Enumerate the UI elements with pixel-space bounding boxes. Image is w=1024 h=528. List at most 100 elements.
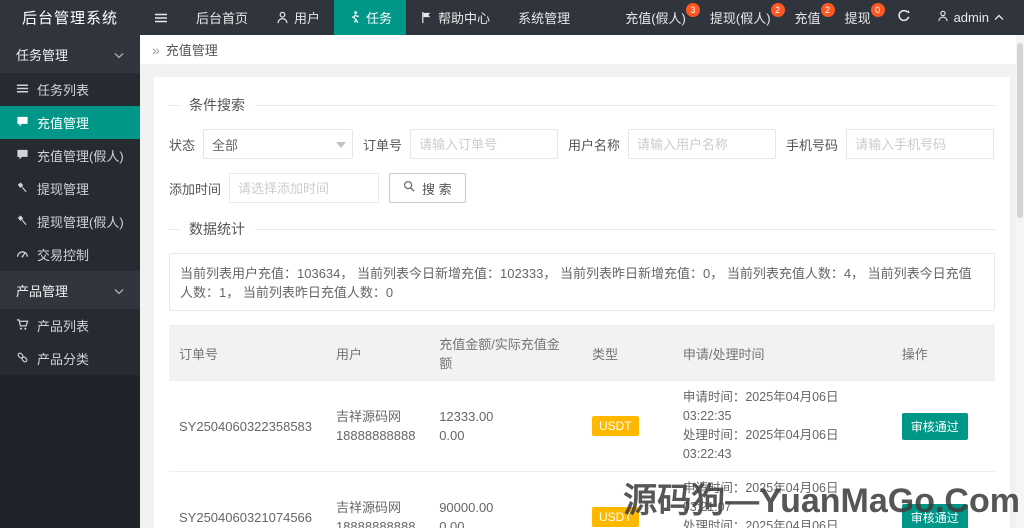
stats-legend: 数据统计 bbox=[189, 221, 245, 237]
col-header-action: 操作 bbox=[891, 325, 995, 381]
flag-icon bbox=[420, 11, 433, 24]
content: 条件搜索 状态 全部 订单号 用户名称 bbox=[140, 65, 1024, 528]
addtime-input[interactable] bbox=[229, 173, 380, 203]
time-cell: 申请时间：2025年04月06日 03:22:35 处理时间：2025年04月0… bbox=[672, 380, 892, 472]
username-label: 用户名称 bbox=[568, 137, 621, 153]
breadcrumb-current: 充值管理 bbox=[165, 43, 218, 58]
search-row-1: 状态 全部 订单号 用户名称 手机 bbox=[169, 129, 995, 159]
main-nav: 后台首页 用户 任务 帮助中心 系统管理 bbox=[140, 0, 584, 35]
notice-recharge-fake[interactable]: 充值(假人) 3 bbox=[615, 0, 700, 35]
stats-summary: 当前列表用户充值：103634， 当前列表今日新增充值：102333， 当前列表… bbox=[169, 253, 995, 311]
app-window: 后台管理系统 后台首页 用户 任务 帮助中心 系统管理 充值(假人) 3 提现(… bbox=[0, 0, 1024, 528]
type-cell: USDT bbox=[581, 380, 673, 472]
sidebar-item-recharge-manage[interactable]: 充值管理 bbox=[0, 106, 140, 139]
topbar: 后台管理系统 后台首页 用户 任务 帮助中心 系统管理 充值(假人) 3 提现(… bbox=[0, 0, 1024, 35]
order-field-group: 订单号 bbox=[363, 129, 559, 159]
status-select-value: 全部 bbox=[212, 137, 239, 153]
menu-toggle-button[interactable] bbox=[140, 0, 182, 35]
notice-recharge[interactable]: 充值 2 bbox=[785, 0, 835, 35]
search-button[interactable]: 搜 索 bbox=[389, 173, 466, 203]
order-input[interactable] bbox=[410, 129, 559, 159]
scrollbar-thumb[interactable] bbox=[1017, 43, 1023, 218]
nav-item-system[interactable]: 系统管理 bbox=[504, 0, 584, 35]
approve-button[interactable]: 审核通过 bbox=[901, 412, 968, 440]
sidebar-item-withdraw-manage-fake[interactable]: 提现管理(假人) bbox=[0, 205, 140, 238]
nav-item-users[interactable]: 用户 bbox=[262, 0, 334, 35]
status-label: 状态 bbox=[169, 137, 196, 153]
col-header-order: 订单号 bbox=[169, 325, 326, 381]
sidebar-item-recharge-manage-fake[interactable]: 充值管理(假人) bbox=[0, 139, 140, 172]
refresh-button[interactable] bbox=[885, 0, 923, 35]
sidebar-submenu-products: 产品列表 产品分类 bbox=[0, 309, 140, 375]
watermark: 源码狗—YuanMaGo.Com bbox=[623, 482, 1020, 520]
nav-item-tasks[interactable]: 任务 bbox=[334, 0, 407, 35]
sidebar-group-tasks[interactable]: 任务管理 bbox=[0, 35, 140, 73]
gauge-icon bbox=[16, 247, 29, 263]
sidebar: 任务管理 任务列表 充值管理 充值管理(假人) 提现管理 提现管理(假人) 交易… bbox=[0, 35, 140, 528]
col-header-user: 用户 bbox=[325, 325, 430, 381]
hamburger-icon bbox=[154, 11, 168, 25]
username-field-group: 用户名称 bbox=[568, 129, 777, 159]
vertical-scrollbar[interactable] bbox=[1016, 35, 1024, 528]
user-cell: 吉祥源码网 18888888888 bbox=[325, 380, 430, 472]
addtime-field-group: 添加时间 bbox=[169, 173, 380, 203]
username: admin bbox=[953, 10, 989, 25]
status-field-group: 状态 全部 bbox=[169, 129, 354, 159]
recharge-card: 条件搜索 状态 全部 订单号 用户名称 bbox=[154, 77, 1010, 528]
count-badge: 0 bbox=[870, 3, 885, 17]
user-menu[interactable]: admin bbox=[923, 0, 1018, 35]
stats-fieldset: 数据统计 bbox=[169, 219, 995, 239]
order-no: SY2504060321074566 bbox=[169, 471, 326, 528]
breadcrumb: » 充值管理 bbox=[140, 35, 1024, 65]
username-input[interactable] bbox=[628, 129, 777, 159]
comment-icon bbox=[16, 148, 29, 164]
cart-icon bbox=[16, 318, 29, 334]
type-badge: USDT bbox=[591, 416, 639, 436]
count-badge: 2 bbox=[770, 3, 785, 17]
user-icon bbox=[937, 10, 949, 25]
notice-withdraw[interactable]: 提现 0 bbox=[835, 0, 885, 35]
chevron-up-icon bbox=[994, 10, 1004, 25]
phone-label: 手机号码 bbox=[786, 137, 839, 153]
main-area: » 充值管理 条件搜索 状态 全部 订单号 请输入订单号 用户名称 请输入用户名… bbox=[140, 35, 1024, 528]
count-badge: 3 bbox=[685, 3, 700, 17]
phone-field-group: 手机号码 bbox=[786, 129, 995, 159]
sidebar-submenu-tasks: 任务列表 充值管理 充值管理(假人) 提现管理 提现管理(假人) 交易控制 bbox=[0, 73, 140, 271]
action-cell: 审核通过 bbox=[891, 380, 995, 472]
chevron-down-icon bbox=[114, 283, 124, 298]
search-fieldset: 条件搜索 bbox=[169, 95, 995, 115]
sidebar-group-products[interactable]: 产品管理 bbox=[0, 271, 140, 309]
search-button-label: 搜 索 bbox=[422, 181, 452, 197]
addtime-label: 添加时间 bbox=[169, 181, 222, 197]
col-header-time: 申请/处理时间 bbox=[672, 325, 892, 381]
notice-withdraw-fake[interactable]: 提现(假人) 2 bbox=[700, 0, 785, 35]
table-header-row: 订单号 用户 充值金额/实际充值金额 类型 申请/处理时间 操作 bbox=[169, 325, 995, 381]
sidebar-item-task-list[interactable]: 任务列表 bbox=[0, 73, 140, 106]
user-icon bbox=[276, 11, 289, 24]
link-icon bbox=[16, 351, 29, 367]
nav-item-help[interactable]: 帮助中心 bbox=[406, 0, 504, 35]
order-no: SY2504060322358583 bbox=[169, 380, 326, 472]
user-cell: 吉祥源码网 18888888888 bbox=[325, 471, 430, 528]
topbar-right: 充值(假人) 3 提现(假人) 2 充值 2 提现 0 admin bbox=[615, 0, 1024, 35]
sidebar-item-product-list[interactable]: 产品列表 bbox=[0, 309, 140, 342]
sidebar-item-product-category[interactable]: 产品分类 bbox=[0, 342, 140, 375]
search-legend: 条件搜索 bbox=[189, 97, 245, 113]
status-select[interactable]: 全部 bbox=[203, 129, 354, 159]
app-title: 后台管理系统 bbox=[0, 0, 140, 35]
comment-icon bbox=[16, 115, 29, 131]
col-header-type: 类型 bbox=[581, 325, 673, 381]
list-icon bbox=[16, 82, 29, 98]
gavel-icon bbox=[16, 181, 29, 197]
search-icon bbox=[403, 180, 416, 196]
chevron-down-icon bbox=[114, 47, 124, 62]
order-label: 订单号 bbox=[363, 137, 403, 153]
table-row: SY2504060322358583 吉祥源码网 18888888888 123… bbox=[169, 380, 995, 472]
phone-input[interactable] bbox=[846, 129, 995, 159]
refresh-icon bbox=[897, 9, 911, 26]
sidebar-item-trade-control[interactable]: 交易控制 bbox=[0, 238, 140, 271]
select-caret-icon bbox=[336, 142, 347, 148]
sidebar-item-withdraw-manage[interactable]: 提现管理 bbox=[0, 172, 140, 205]
breadcrumb-arrows-icon: » bbox=[152, 41, 160, 58]
nav-item-home[interactable]: 后台首页 bbox=[182, 0, 262, 35]
